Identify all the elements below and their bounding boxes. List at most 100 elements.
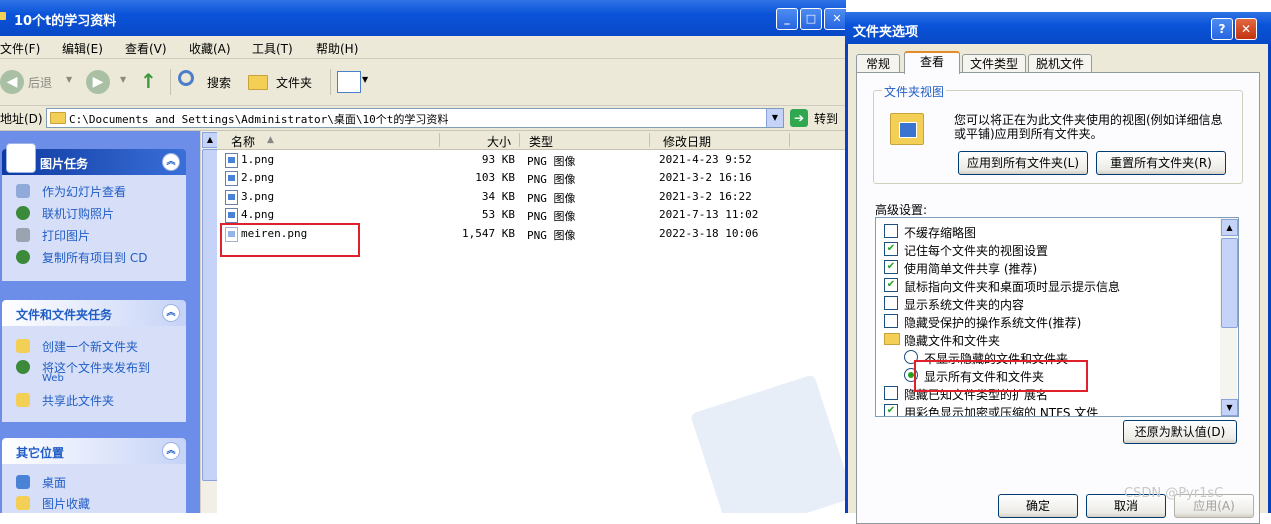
picture-tasks-body: 作为幻灯片查看 联机订购照片 打印图片 复制所有项目到 CD — [2, 175, 186, 281]
forward-arrow-icon[interactable]: ▶ — [86, 70, 110, 94]
file-type: PNG 图像 — [527, 229, 576, 242]
setting-no-thumbnail-cache[interactable]: 不缓存缩略图 — [884, 224, 976, 241]
file-tasks-header[interactable]: 文件和文件夹任务 ︽ — [2, 300, 186, 326]
scroll-thumb[interactable] — [202, 149, 218, 481]
csdn-watermark: CSDN @Pyr1sC — [1124, 486, 1224, 501]
file-tasks-title: 文件和文件夹任务 — [16, 308, 113, 322]
restore-defaults-button[interactable]: 还原为默认值(D) — [1123, 420, 1237, 444]
file-tasks-body: 创建一个新文件夹 将这个文件夹发布到 Web 共享此文件夹 — [2, 326, 186, 422]
column-separator — [789, 133, 790, 147]
folders-icon[interactable] — [248, 75, 268, 90]
collapse-chevron-icon[interactable]: ︽ — [162, 153, 180, 171]
picture-tasks-title: 图片任务 — [40, 157, 89, 171]
forward-dropdown-icon[interactable]: ▼ — [120, 75, 126, 84]
minimize-button[interactable]: _ — [776, 8, 798, 30]
globe-icon — [16, 206, 30, 220]
checkbox[interactable] — [884, 314, 898, 328]
file-modified: 2021-7-13 11:02 — [659, 208, 759, 221]
back-arrow-icon[interactable]: ◀ — [0, 70, 24, 94]
dialog-titlebar[interactable]: 文件夹选项 ? ✕ — [845, 12, 1271, 44]
go-button[interactable]: 转到 — [814, 110, 838, 127]
setting-show-tooltips[interactable]: ✔ 鼠标指向文件夹和桌面项时显示提示信息 — [884, 278, 1120, 295]
column-name[interactable]: 名称 — [231, 133, 255, 150]
column-type[interactable]: 类型 — [529, 133, 553, 150]
picture-tasks-icon — [6, 143, 36, 173]
checkbox-checked[interactable]: ✔ — [884, 404, 898, 416]
other-places-body: 桌面 图片收藏 — [2, 464, 186, 513]
views-icon[interactable] — [337, 71, 361, 93]
menu-edit[interactable]: 编辑(E) — [62, 40, 103, 57]
views-dropdown-icon[interactable]: ▼ — [362, 75, 368, 84]
advanced-list-scrollbar[interactable]: ▲ ▼ — [1220, 218, 1238, 416]
close-button[interactable]: ✕ — [824, 8, 846, 30]
address-input[interactable]: C:\Documents and Settings\Administrator\… — [46, 108, 784, 128]
setting-color-ntfs[interactable]: ✔ 用彩色显示加密或压缩的 NTFS 文件 — [884, 404, 1098, 416]
picture-tasks-header[interactable]: 图片任务 ︽ — [2, 143, 186, 175]
table-row[interactable]: 2.png 103 KB PNG 图像 2021-3-2 16:16 — [217, 169, 846, 187]
column-size[interactable]: 大小 — [487, 133, 511, 150]
ok-button[interactable]: 确定 — [998, 494, 1078, 518]
checkbox[interactable] — [884, 386, 898, 400]
up-folder-icon[interactable]: ↑ — [140, 69, 160, 93]
reset-all-folders-button[interactable]: 重置所有文件夹(R) — [1096, 151, 1226, 175]
setting-hidden-files-group: 隐藏文件和文件夹 — [884, 332, 1000, 349]
close-icon[interactable]: ✕ — [1235, 18, 1257, 40]
scroll-down-icon[interactable]: ▼ — [1221, 399, 1238, 416]
setting-simple-sharing[interactable]: ✔ 使用简单文件共享 (推荐) — [884, 260, 1037, 277]
file-name: 4.png — [241, 208, 275, 221]
folders-button[interactable]: 文件夹 — [276, 74, 312, 91]
menu-view[interactable]: 查看(V) — [125, 40, 167, 57]
toolbar-separator — [330, 69, 331, 95]
folder-options-dialog: 文件夹选项 ? ✕ 常规 查看 文件类型 脱机文件 文件夹视图 您可以将正在为此… — [845, 12, 1271, 524]
tab-file-types[interactable]: 文件类型 — [962, 54, 1026, 73]
checkbox[interactable] — [884, 224, 898, 238]
file-size: 93 KB — [481, 153, 515, 166]
setting-hide-protected-files[interactable]: 隐藏受保护的操作系统文件(推荐) — [884, 314, 1081, 331]
collapse-chevron-icon[interactable]: ︽ — [162, 304, 180, 322]
task-pane: 图片任务 ︽ 作为幻灯片查看 联机订购照片 打印图片 复制所有项目到 CD 文件… — [0, 131, 200, 513]
checkbox-checked[interactable]: ✔ — [884, 260, 898, 274]
tab-general[interactable]: 常规 — [856, 54, 900, 73]
maximize-button[interactable]: □ — [800, 8, 822, 30]
go-arrow-icon[interactable]: ➔ — [790, 109, 808, 127]
menu-tools[interactable]: 工具(T) — [252, 40, 293, 57]
checkbox-checked[interactable]: ✔ — [884, 242, 898, 256]
menu-file[interactable]: 文件(F) — [0, 40, 40, 57]
address-label: 地址(D) — [0, 112, 43, 126]
png-file-icon — [225, 171, 238, 186]
folder-icon — [50, 112, 66, 124]
checkbox[interactable] — [884, 296, 898, 310]
table-row[interactable]: 1.png 93 KB PNG 图像 2021-4-23 9:52 — [217, 151, 846, 169]
column-modified[interactable]: 修改日期 — [663, 133, 711, 150]
checkbox-checked[interactable]: ✔ — [884, 278, 898, 292]
menu-favorites[interactable]: 收藏(A) — [189, 40, 231, 57]
column-separator — [519, 133, 520, 147]
apply-to-all-folders-button[interactable]: 应用到所有文件夹(L) — [958, 151, 1088, 175]
scroll-thumb[interactable] — [1221, 238, 1238, 328]
setting-remember-view[interactable]: ✔ 记住每个文件夹的视图设置 — [884, 242, 1048, 259]
task-pane-scrollbar[interactable]: ▲ — [200, 131, 218, 513]
scroll-up-icon[interactable]: ▲ — [1221, 219, 1238, 236]
tab-view[interactable]: 查看 — [904, 51, 960, 74]
table-row[interactable]: 3.png 34 KB PNG 图像 2021-3-2 16:22 — [217, 188, 846, 206]
back-dropdown-icon[interactable]: ▼ — [66, 75, 72, 84]
search-button[interactable]: 搜索 — [207, 74, 231, 91]
file-modified: 2021-4-23 9:52 — [659, 153, 752, 166]
collapse-chevron-icon[interactable]: ︽ — [162, 442, 180, 460]
file-size: 103 KB — [475, 171, 515, 184]
help-icon[interactable]: ? — [1211, 18, 1233, 40]
file-name: 1.png — [241, 153, 275, 166]
search-icon[interactable] — [178, 70, 194, 86]
back-button[interactable]: 后退 — [28, 74, 52, 91]
file-type: PNG 图像 — [527, 192, 576, 205]
scroll-up-icon[interactable]: ▲ — [202, 132, 218, 148]
explorer-titlebar[interactable]: 10个t的学习资料 _ □ ✕ — [0, 0, 846, 36]
table-row[interactable]: 4.png 53 KB PNG 图像 2021-7-13 11:02 — [217, 206, 846, 224]
globe-icon — [16, 360, 30, 374]
tab-offline-files[interactable]: 脱机文件 — [1028, 54, 1092, 73]
setting-show-system-folders[interactable]: 显示系统文件夹的内容 — [884, 296, 1024, 313]
other-places-header[interactable]: 其它位置 ︽ — [2, 438, 186, 464]
menu-help[interactable]: 帮助(H) — [316, 40, 358, 57]
advanced-settings-label: 高级设置: — [875, 203, 928, 217]
address-dropdown-icon[interactable]: ▼ — [766, 109, 783, 127]
